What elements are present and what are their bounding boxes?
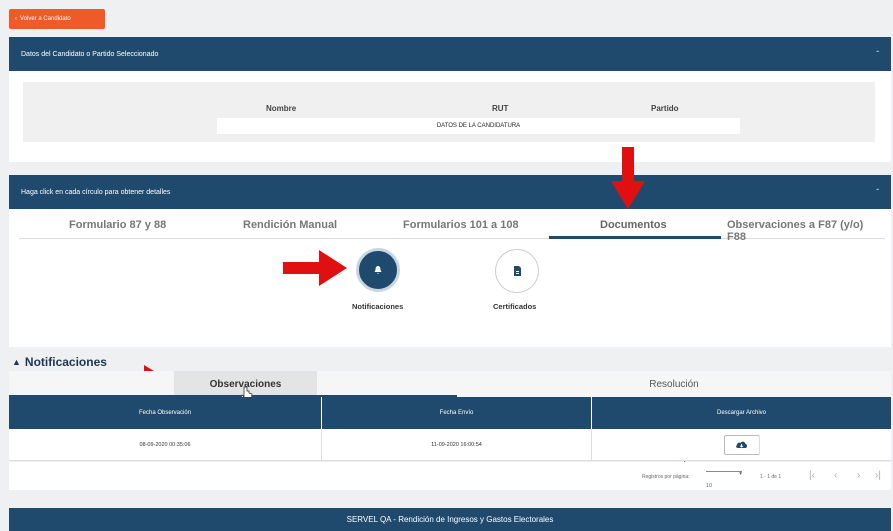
document-icon (513, 266, 521, 276)
first-page-icon[interactable]: |‹ (809, 470, 815, 481)
per-page-label: Registros por página: (642, 474, 690, 480)
column-rut: RUT (492, 104, 509, 113)
notifications-title: ▲ Notificaciones (12, 355, 107, 369)
candidate-value: DATOS DE LA CANDIDATURA (217, 118, 740, 134)
column-nombre: Nombre (266, 104, 297, 113)
table-header: Fecha Observación Fecha Envío Descargar … (9, 397, 891, 429)
red-arrow-down-icon (611, 147, 645, 209)
back-to-candidate-button[interactable]: ‹ Volver a Candidato (9, 9, 105, 29)
cloud-download-icon (736, 441, 747, 448)
page: ‹ Volver a Candidato Datos del Candidato… (0, 0, 893, 531)
details-panel-title: Haga click en cada círculo para obtener … (21, 188, 171, 196)
candidate-panel: Datos del Candidato o Partido Selecciona… (9, 37, 891, 162)
cell-descargar (592, 429, 891, 460)
header-descargar-archivo[interactable]: Descargar Archivo (592, 397, 891, 429)
notifications-title-text: Notificaciones (24, 355, 107, 369)
cell-fecha-observacion: 08-09-2020 00:35:06 (9, 429, 322, 460)
per-page-value: 10 (706, 483, 713, 489)
tab-resolucion[interactable]: Resolución (457, 371, 891, 397)
active-tab-indicator (549, 236, 721, 239)
details-tabs: Formulario 87 y 88 Rendición Manual Form… (19, 213, 885, 243)
candidate-info-box: Nombre RUT Partido DATOS DE LA CANDIDATU… (23, 82, 875, 142)
footer: SERVEL QA - Rendición de Ingresos y Gast… (9, 508, 891, 531)
bell-icon: ▲ (12, 357, 21, 367)
chevron-up-icon[interactable]: ˆ (876, 50, 879, 59)
back-button-label: Volver a Candidato (20, 16, 71, 22)
tab-formularios-101-108[interactable]: Formularios 101 a 108 (403, 219, 519, 231)
caret-down-icon: ▾ (739, 471, 742, 477)
details-panel-header[interactable]: Haga click en cada círculo para obtener … (9, 175, 891, 209)
chevron-left-icon: ‹ (15, 16, 17, 22)
column-partido: Partido (651, 104, 679, 113)
certificados-label: Certificados (493, 302, 537, 311)
candidate-panel-title: Datos del Candidato o Partido Selecciona… (21, 50, 159, 58)
next-page-icon[interactable]: › (857, 470, 860, 481)
tab-rendicion-manual[interactable]: Rendición Manual (243, 219, 337, 231)
certificados-circle[interactable] (495, 249, 539, 293)
notificaciones-circle[interactable] (356, 248, 400, 292)
notification-subtabs: Observaciones Resolución (9, 371, 891, 398)
download-button[interactable] (723, 434, 760, 455)
notificaciones-label: Notificaciones (352, 302, 404, 311)
tab-documentos[interactable]: Documentos (600, 219, 667, 231)
red-arrow-right-icon (283, 250, 347, 286)
header-fecha-envio[interactable]: Fecha Envío (322, 397, 592, 429)
notifications-table: Fecha Observación Fecha Envío Descargar … (9, 397, 891, 461)
candidate-panel-header[interactable]: Datos del Candidato o Partido Selecciona… (9, 37, 891, 71)
cell-fecha-envio: 11-09-2020 16:00:54 (322, 429, 592, 460)
last-page-icon[interactable]: ›| (875, 470, 881, 481)
page-range: 1 - 1 de 1 (760, 474, 782, 480)
table-row: 08-09-2020 00:35:06 11-09-2020 16:00:54 (9, 429, 891, 461)
details-panel: Haga click en cada círculo para obtener … (9, 175, 891, 347)
header-fecha-observacion[interactable]: Fecha Observación (9, 397, 322, 429)
pagination-bar: Registros por página: 10 ▾ 1 - 1 de 1 |‹… (9, 462, 891, 490)
per-page-select[interactable]: 10 ▾ (706, 471, 742, 489)
prev-page-icon[interactable]: ‹ (834, 470, 837, 481)
bell-icon (374, 266, 382, 274)
tab-formulario-87-88[interactable]: Formulario 87 y 88 (69, 219, 166, 231)
chevron-up-icon[interactable]: ˆ (876, 188, 879, 197)
tab-observaciones-f87-f88[interactable]: Observaciones a F87 (y/o) F88 (727, 219, 885, 243)
